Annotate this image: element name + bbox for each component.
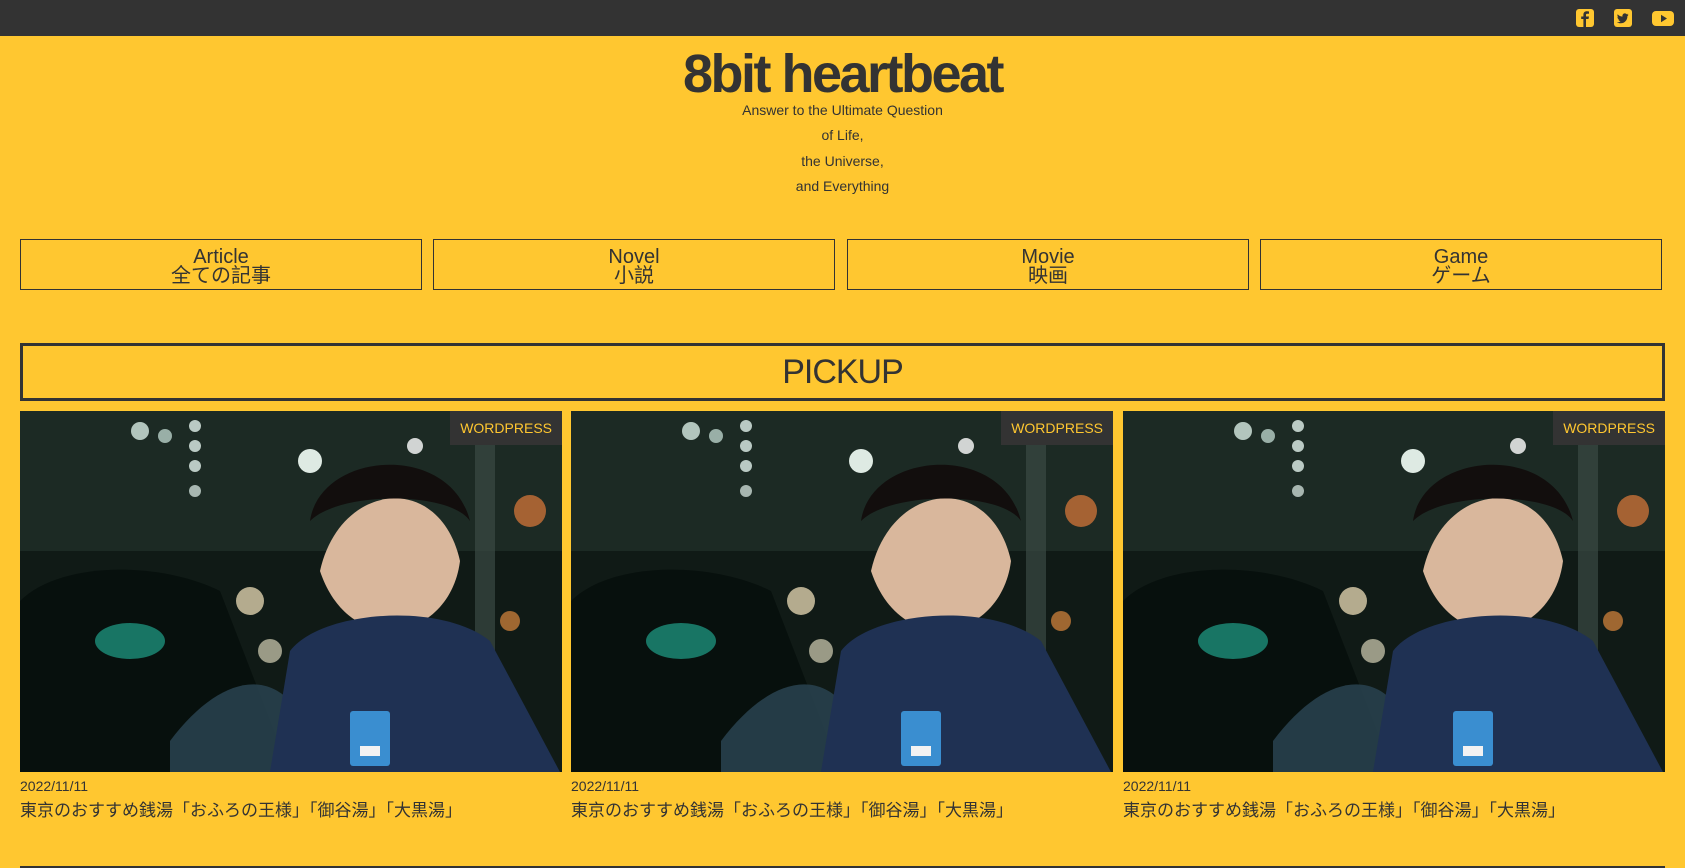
nav-item-article[interactable]: Article 全ての記事 xyxy=(20,239,422,290)
nav-label-ja: ゲーム xyxy=(1431,265,1491,287)
facebook-square-icon xyxy=(1576,9,1594,27)
post-thumbnail[interactable]: WORDPRESS xyxy=(571,411,1113,772)
post-thumbnail[interactable]: WORDPRESS xyxy=(1123,411,1665,772)
site-title[interactable]: 8bit heartbeat xyxy=(0,44,1685,104)
nav-item-novel[interactable]: Novel 小説 xyxy=(433,239,835,290)
tagline-line: and Everything xyxy=(795,178,890,195)
pickup-heading-box: PICKUP xyxy=(20,343,1665,401)
post-date: 2022/11/11 xyxy=(1123,778,1191,794)
post-title[interactable]: 東京のおすすめ銭湯「おふろの王様」「御谷湯」「大黒湯」 xyxy=(1123,799,1565,823)
nav-label-ja: 映画 xyxy=(1028,265,1068,287)
youtube-link[interactable] xyxy=(1651,8,1675,28)
category-nav: Article 全ての記事 Novel 小説 Movie 映画 Game ゲーム xyxy=(20,239,1665,293)
category-badge[interactable]: WORDPRESS xyxy=(1553,411,1665,445)
pickup-card[interactable]: WORDPRESS 2022/11/11 東京のおすすめ銭湯「おふろの王様」「御… xyxy=(20,411,562,831)
nav-label-ja: 全ての記事 xyxy=(171,265,271,287)
tagline-line: of Life, xyxy=(821,127,864,144)
thumbnail-photo xyxy=(571,411,1113,772)
pickup-card[interactable]: WORDPRESS 2022/11/11 東京のおすすめ銭湯「おふろの王様」「御… xyxy=(571,411,1113,831)
post-title[interactable]: 東京のおすすめ銭湯「おふろの王様」「御谷湯」「大黒湯」 xyxy=(571,799,1013,823)
nav-item-movie[interactable]: Movie 映画 xyxy=(847,239,1249,290)
facebook-link[interactable] xyxy=(1575,8,1595,28)
thumbnail-photo xyxy=(20,411,562,772)
thumbnail-photo xyxy=(1123,411,1665,772)
site-tagline: Answer to the Ultimate Question of Life,… xyxy=(0,98,1685,200)
top-bar xyxy=(0,0,1685,36)
post-title[interactable]: 東京のおすすめ銭湯「おふろの王様」「御谷湯」「大黒湯」 xyxy=(20,799,462,823)
youtube-icon xyxy=(1652,11,1674,26)
pickup-card[interactable]: WORDPRESS 2022/11/11 東京のおすすめ銭湯「おふろの王様」「御… xyxy=(1123,411,1665,831)
category-badge[interactable]: WORDPRESS xyxy=(450,411,562,445)
category-badge[interactable]: WORDPRESS xyxy=(1001,411,1113,445)
twitter-link[interactable] xyxy=(1613,8,1633,28)
nav-item-game[interactable]: Game ゲーム xyxy=(1260,239,1662,290)
twitter-square-icon xyxy=(1614,9,1632,27)
tagline-line: the Universe, xyxy=(801,152,884,169)
post-thumbnail[interactable]: WORDPRESS xyxy=(20,411,562,772)
tagline-line: Answer to the Ultimate Question xyxy=(742,102,943,118)
post-date: 2022/11/11 xyxy=(20,778,88,794)
pickup-heading: PICKUP xyxy=(782,353,904,391)
nav-label-ja: 小説 xyxy=(614,265,654,287)
post-date: 2022/11/11 xyxy=(571,778,639,794)
